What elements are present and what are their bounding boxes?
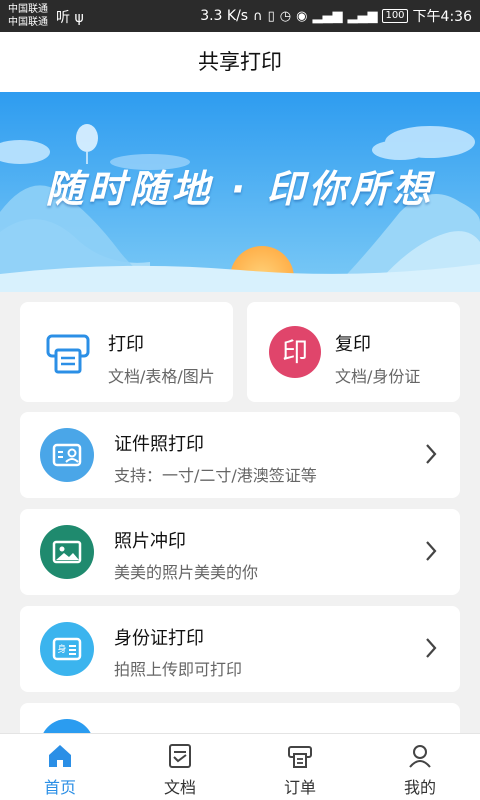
battery-icon: 100	[382, 9, 408, 23]
svg-text:身: 身	[57, 643, 66, 655]
copy-stamp-icon: 印	[269, 326, 321, 378]
photo-print-item[interactable]: 照片冲印 美美的照片美美的你	[20, 509, 460, 595]
copy-card[interactable]: 印 复印 文档/身份证	[247, 302, 460, 402]
id-photo-print-item[interactable]: 证件照打印 支持：一寸/二寸/港澳签证等	[20, 412, 460, 498]
banner-slogan: 随时随地 · 印你所想	[45, 167, 435, 211]
id-card-icon: 身	[40, 622, 94, 676]
photo-print-title: 照片冲印	[114, 531, 186, 552]
signal-2g-icon: ▂▄▆	[347, 8, 378, 24]
chevron-right-icon	[426, 541, 437, 561]
carrier-labels: 中国联通 中国联通	[8, 3, 48, 29]
id-card-print-item[interactable]: 身 身份证打印 拍照上传即可打印	[20, 606, 460, 692]
vibrate-icon: ▯	[267, 8, 275, 24]
tab-home-label: 首页	[43, 778, 76, 797]
print-title: 打印	[108, 334, 144, 355]
headset-icon: ∩	[253, 8, 263, 24]
tab-profile[interactable]: 我的	[360, 734, 480, 800]
id-card-subtitle: 拍照上传即可打印	[114, 660, 243, 679]
photo-print-subtitle: 美美的照片美美的你	[114, 563, 259, 582]
status-right: 3.3 K/s ∩ ▯ ◷ ◉ ▂▄▆ ▂▄▆ 100 下午4:36	[200, 6, 472, 26]
id-card-title: 身份证打印	[114, 628, 204, 649]
network-speed: 3.3 K/s	[200, 8, 249, 24]
tab-documents[interactable]: 文档	[120, 734, 240, 800]
clock: 下午4:36	[412, 9, 472, 25]
usb-icon: ψ	[74, 10, 84, 26]
tab-orders-label: 订单	[283, 778, 316, 797]
id-photo-icon	[40, 428, 94, 482]
carrier-1: 中国联通	[8, 4, 48, 15]
promo-banner[interactable]: 随时随地 · 印你所想	[0, 92, 480, 292]
profile-icon	[409, 745, 431, 768]
photo-icon	[40, 525, 94, 579]
bottom-tab-bar: 首页 文档 订单 我的	[0, 733, 480, 800]
home-icon	[49, 745, 71, 767]
tab-home[interactable]: 首页	[0, 734, 120, 800]
signal-4g-icon: ▂▄▆	[312, 8, 343, 24]
document-icon	[169, 744, 191, 768]
print-card[interactable]: 打印 文档/表格/图片	[20, 302, 233, 402]
tab-orders[interactable]: 订单	[240, 734, 360, 800]
tab-documents-label: 文档	[163, 778, 196, 797]
chevron-right-icon	[426, 638, 437, 658]
print-subtitle: 文档/表格/图片	[108, 367, 215, 386]
svg-text:印: 印	[282, 338, 308, 368]
status-bar: 中国联通 中国联通 听 ψ 3.3 K/s ∩ ▯ ◷ ◉ ▂▄▆ ▂▄▆ 10…	[0, 0, 480, 32]
id-photo-subtitle: 支持：一寸/二寸/港澳签证等	[114, 466, 317, 485]
id-photo-title: 证件照打印	[114, 434, 204, 455]
chevron-right-icon	[426, 444, 437, 464]
copy-subtitle: 文档/身份证	[335, 367, 421, 386]
page-title: 共享打印	[198, 50, 282, 74]
tab-profile-label: 我的	[403, 778, 436, 797]
notification-icons: 听 ψ	[56, 7, 84, 27]
eye-icon: ◉	[296, 8, 308, 24]
carrier-2: 中国联通	[8, 17, 48, 28]
order-icon	[288, 746, 312, 768]
alarm-icon: ◷	[279, 8, 292, 24]
printer-icon	[46, 334, 90, 374]
hd-voice-icon: 听	[56, 10, 70, 26]
copy-title: 复印	[335, 334, 371, 355]
app-header: 共享打印	[0, 32, 480, 92]
